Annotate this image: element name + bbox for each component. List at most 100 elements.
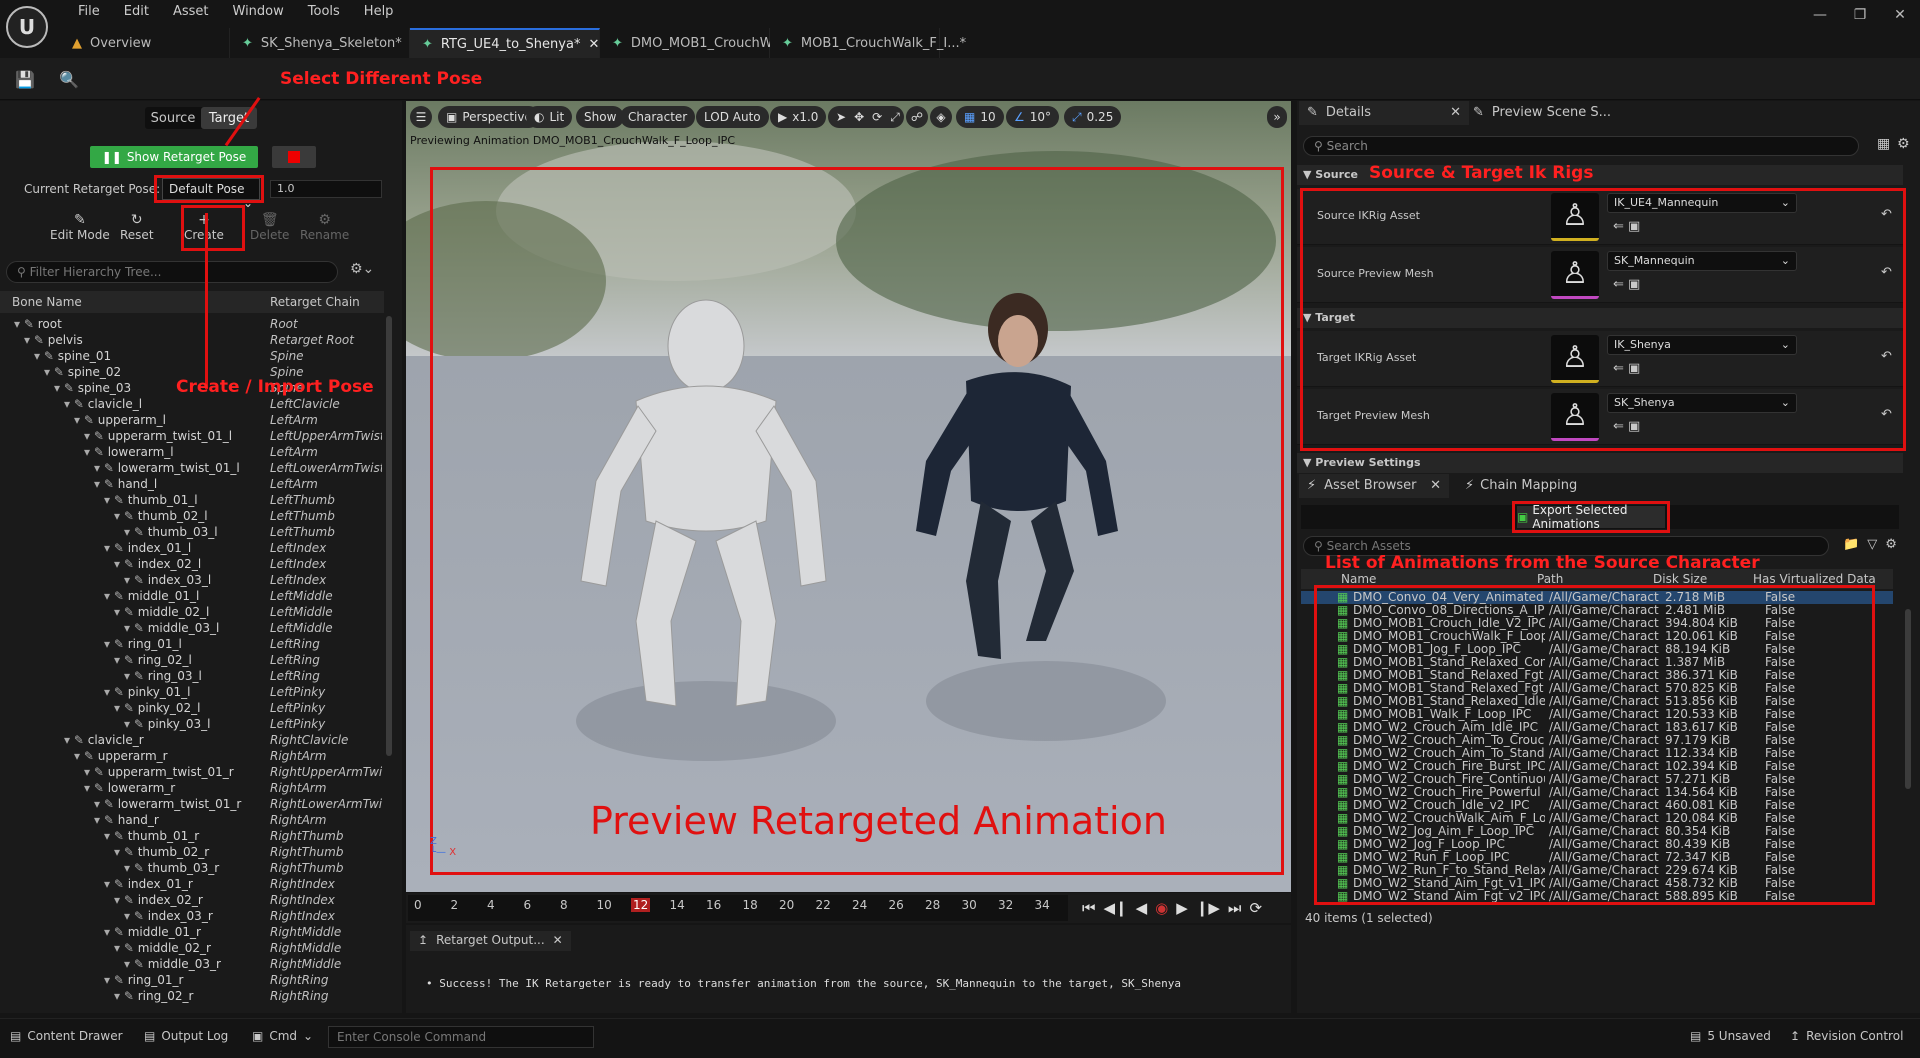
tree-scrollbar[interactable] (386, 316, 392, 756)
bone-name-header[interactable]: Bone Name (12, 295, 82, 309)
bone-row[interactable]: ▾ ✎ middle_03_r RightMiddle (0, 956, 384, 972)
transform-tools[interactable]: ➤ ✥ ⟳ ⤢ (828, 106, 904, 128)
bone-row[interactable]: ▾ ✎ hand_l LeftArm (0, 476, 384, 492)
filter-icon[interactable]: ▽ (1867, 537, 1877, 552)
console-command-input[interactable]: Enter Console Command (328, 1026, 594, 1048)
loop-icon[interactable]: ⟳ (1249, 899, 1262, 917)
use-browse-icons[interactable]: ⇐ ▣ (1613, 419, 1640, 434)
bone-row[interactable]: ▾ ✎ lowerarm_l LeftArm (0, 444, 384, 460)
bone-row[interactable]: ▾ ✎ thumb_01_l LeftThumb (0, 492, 384, 508)
lod-button[interactable]: LOD Auto (696, 106, 769, 128)
tab-4[interactable]: ✦ MOB1_CrouchWalk_F_I...* (770, 28, 966, 58)
bone-row[interactable]: ▾ ✎ middle_02_r RightMiddle (0, 940, 384, 956)
menu-window[interactable]: Window (221, 2, 296, 21)
bone-row[interactable]: ▾ ✎ index_01_l LeftIndex (0, 540, 384, 556)
bone-row[interactable]: ▾ ✎ upperarm_twist_01_l LeftUpperArmTwist (0, 428, 384, 444)
viewport-options-icon[interactable]: » (1267, 106, 1287, 128)
asset-combo[interactable]: SK_Mannequin ⌄ (1607, 251, 1797, 271)
lit-button[interactable]: ◐ Lit (526, 106, 573, 128)
asset-combo[interactable]: IK_Shenya ⌄ (1607, 335, 1797, 355)
bone-row[interactable]: ▾ ✎ ring_02_r RightRing (0, 988, 384, 1004)
step-back-icon[interactable]: ◀❙ (1104, 899, 1128, 917)
target-section-header[interactable]: ▼ Target (1297, 308, 1903, 328)
bone-row[interactable]: ▾ ✎ thumb_02_l LeftThumb (0, 508, 384, 524)
retarget-output-tab[interactable]: ↥ Retarget Output... ✕ (410, 931, 571, 951)
browse-asset-icon[interactable]: 🔍 (56, 66, 82, 92)
close-tab-icon[interactable]: ✕ (1450, 105, 1461, 121)
col-has-virtualized-data[interactable]: Has Virtualized Data (1753, 572, 1876, 586)
show-retarget-pose-button[interactable]: ❚❚ Show Retarget Pose (90, 146, 258, 168)
character-button[interactable]: Character (620, 106, 696, 128)
create-button[interactable]: + Create (184, 212, 224, 242)
asset-row[interactable]: ▦ DMO_W2_Crouch_Aim_Idle_IPC/All/Game/Cha… (1301, 721, 1893, 734)
asset-combo[interactable]: IK_UE4_Mannequin ⌄ (1607, 193, 1797, 213)
folder-icon[interactable]: 📁 (1843, 537, 1859, 552)
bone-row[interactable]: ▾ ✎ lowerarm_r RightArm (0, 780, 384, 796)
bone-row[interactable]: ▾ ✎ lowerarm_twist_01_l LeftLowerArmTwist (0, 460, 384, 476)
preview-settings-header[interactable]: ▼ Preview Settings (1297, 453, 1903, 473)
bone-row[interactable]: ▾ ✎ clavicle_r RightClavicle (0, 732, 384, 748)
select-icon[interactable]: ➤ (836, 110, 846, 124)
asset-row[interactable]: ▦ DMO_MOB1_Stand_Relaxed_Fgt/All/Game/Cha… (1301, 669, 1893, 682)
asset-row[interactable]: ▦ DMO_W2_Crouch_Idle_v2_IPC/All/Game/Char… (1301, 799, 1893, 812)
bone-row[interactable]: ▾ ✎ lowerarm_twist_01_r RightLowerArmTwi (0, 796, 384, 812)
col-disk-size[interactable]: Disk Size (1653, 572, 1707, 586)
scale-snap-button[interactable]: ⤢ 0.25 (1064, 106, 1122, 128)
bone-row[interactable]: ▾ ✎ upperarm_l LeftArm (0, 412, 384, 428)
bone-row[interactable]: ▾ ✎ pelvis Retarget Root (0, 332, 384, 348)
bone-row[interactable]: ▾ ✎ index_02_r RightIndex (0, 892, 384, 908)
details-search-input[interactable]: ⚲ Search (1303, 136, 1859, 156)
asset-browser-tab[interactable]: ⚡ Asset Browser ✕ (1299, 474, 1449, 498)
preview-scene-tab[interactable]: ✎ Preview Scene S... (1473, 105, 1611, 120)
reset-arrow-icon[interactable]: ↶ (1881, 265, 1892, 280)
asset-row[interactable]: ▦ DMO_MOB1_Stand_Relaxed_Fgt/All/Game/Cha… (1301, 682, 1893, 695)
menu-tools[interactable]: Tools (296, 2, 352, 21)
reset-arrow-icon[interactable]: ↶ (1881, 349, 1892, 364)
asset-row[interactable]: ▦ DMO_MOB1_CrouchWalk_F_Loop/All/Game/Cha… (1301, 630, 1893, 643)
output-log-button[interactable]: ▤ Output Log (144, 1029, 228, 1043)
asset-row[interactable]: ▦ DMO_W2_Run_F_to_Stand_Relaxed/All/Game/… (1301, 864, 1893, 877)
bone-row[interactable]: ▾ ✎ thumb_03_r RightThumb (0, 860, 384, 876)
unreal-logo-icon[interactable]: U (6, 6, 48, 48)
rename-button[interactable]: ⚙ Rename (300, 212, 349, 242)
chain-mapping-tab[interactable]: ⚡ Chain Mapping (1465, 478, 1577, 493)
maximize-icon[interactable]: ❐ (1840, 0, 1880, 30)
asset-row[interactable]: ▦ DMO_W2_CrouchWalk_Aim_F_Loop/All/Game/C… (1301, 812, 1893, 825)
bone-row[interactable]: ▾ ✎ hand_r RightArm (0, 812, 384, 828)
show-button[interactable]: Show (576, 106, 625, 128)
menu-asset[interactable]: Asset (161, 2, 221, 21)
scale-icon[interactable]: ⤢ (890, 110, 900, 125)
skip-end-icon[interactable]: ⏭ (1228, 899, 1242, 917)
current-pose-dropdown[interactable]: Default Pose ⌄ (162, 178, 260, 210)
use-browse-icons[interactable]: ⇐ ▣ (1613, 361, 1640, 376)
use-browse-icons[interactable]: ⇐ ▣ (1613, 277, 1640, 292)
asset-row[interactable]: ▦ DMO_W2_Crouch_Aim_To_Crouch/All/Game/Ch… (1301, 734, 1893, 747)
asset-row[interactable]: ▦ DMO_W2_Crouch_Fire_Powerful/All/Game/Ch… (1301, 786, 1893, 799)
settings-gear-icon[interactable]: ⚙⌄ (350, 261, 374, 277)
revision-control-button[interactable]: ↥ Revision Control (1790, 1029, 1903, 1043)
asset-row[interactable]: ▦ DMO_W2_Crouch_Aim_To_Stand/All/Game/Cha… (1301, 747, 1893, 760)
bone-row[interactable]: ▾ ✎ thumb_03_l LeftThumb (0, 524, 384, 540)
tab-2[interactable]: ✦ RTG_UE4_to_Shenya* ✕ (410, 28, 600, 58)
record-pose-button[interactable] (272, 146, 316, 168)
coordinate-icon[interactable]: ☍ (906, 106, 928, 128)
unsaved-button[interactable]: ▤ 5 Unsaved (1690, 1029, 1771, 1043)
settings-gear-icon[interactable]: ⚙ (1885, 537, 1897, 552)
bone-row[interactable]: ▾ ✎ middle_01_r RightMiddle (0, 924, 384, 940)
step-forward-icon[interactable]: ❙▶ (1196, 899, 1220, 917)
asset-scrollbar[interactable] (1905, 609, 1911, 789)
playback-speed-button[interactable]: ▶ x1.0 (770, 106, 827, 128)
retarget-chain-header[interactable]: Retarget Chain (270, 295, 360, 309)
preview-viewport[interactable]: ☰ ▣ Perspective ◐ Lit Show Character LOD A… (406, 101, 1291, 892)
asset-row[interactable]: ▦ DMO_W2_Crouch_Fire_Continuous/All/Game/… (1301, 773, 1893, 786)
bone-row[interactable]: ▾ ✎ thumb_02_r RightThumb (0, 844, 384, 860)
asset-row[interactable]: ▦ DMO_MOB1_Crouch_Idle_V2_IPC/All/Game/Ch… (1301, 617, 1893, 630)
bone-row[interactable]: ▾ ✎ pinky_01_l LeftPinky (0, 684, 384, 700)
save-icon[interactable]: 💾 (12, 66, 38, 92)
asset-row[interactable]: ▦ DMO_MOB1_Stand_Relaxed_Conv/All/Game/Ch… (1301, 656, 1893, 669)
asset-row[interactable]: ▦ DMO_MOB1_Stand_Relaxed_Idle/All/Game/Ch… (1301, 695, 1893, 708)
export-selected-button[interactable]: ▣ Export Selected Animations (1517, 503, 1665, 531)
close-tab-icon[interactable]: ✕ (1430, 478, 1441, 494)
skip-start-icon[interactable]: ⏮ (1082, 899, 1096, 917)
menu-edit[interactable]: Edit (112, 2, 161, 21)
